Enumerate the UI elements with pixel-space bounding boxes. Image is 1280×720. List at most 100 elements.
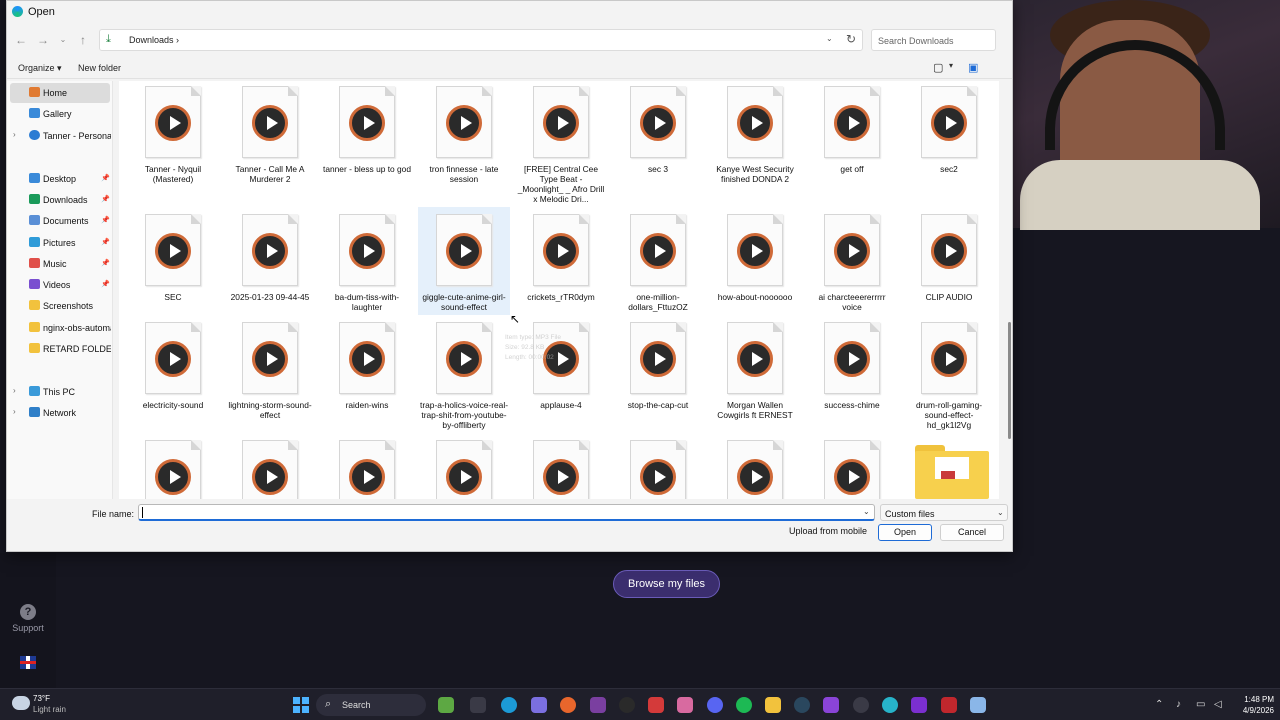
sidebar-item-gallery[interactable]: Gallery [7,104,113,124]
file-item[interactable]: get off [806,81,898,174]
edge-icon[interactable] [501,697,517,713]
file-item[interactable]: tron finnesse - late session [418,81,510,184]
file-item[interactable]: tanner - bless up to god [321,81,413,174]
sidebar-item-pictures[interactable]: Pictures 📌 [7,233,113,253]
file-item[interactable]: CLIP AUDIO [903,209,995,302]
file-item[interactable]: raiden-wins [321,317,413,410]
sidebar-item-network[interactable]: › Network [7,403,113,423]
back-arrow-icon[interactable]: ← [13,32,29,48]
taskbar-app-icon[interactable] [590,697,606,713]
folder-item[interactable] [915,445,989,499]
sidebar-item-retard-folder[interactable]: RETARD FOLDER [7,339,113,359]
valorant-icon[interactable] [941,697,957,713]
file-item[interactable]: ai charcteeererrrrr voice [806,209,898,312]
address-dropdown-icon[interactable]: ⌄ [826,34,833,43]
taskbar-app-icon[interactable] [882,697,898,713]
expand-chevron-icon[interactable]: › [13,407,16,416]
file-item[interactable]: crickets_rTR0dym [515,209,607,302]
file-item[interactable]: [FREE] Central Cee Type Beat - _Moonligh… [515,81,607,204]
view-dropdown-icon[interactable]: ▾ [949,61,953,70]
support-link[interactable]: ? Support [8,604,48,633]
fx-app-icon[interactable] [911,697,927,713]
sidebar-item-desktop[interactable]: Desktop 📌 [7,169,113,189]
spotify-icon[interactable] [736,697,752,713]
file-item[interactable]: trap-a-holics-voice-real-trap-shit-from-… [418,317,510,430]
taskbar-app-icon[interactable] [970,697,986,713]
new-folder-button[interactable]: New folder [78,63,121,73]
file-item[interactable]: ba-dum-tiss-with-laughter [321,209,413,312]
file-name-input[interactable]: ⌄ [138,504,875,521]
steam-icon[interactable] [794,697,810,713]
file-item[interactable]: success-chime [806,317,898,410]
taskbar-app-icon[interactable] [438,697,454,713]
chevron-up-icon[interactable]: ⌃ [1155,699,1163,710]
taskbar-app-icon[interactable] [853,697,869,713]
organize-menu[interactable]: Organize ▾ [18,63,62,74]
sidebar-item-documents[interactable]: Documents 📌 [7,211,113,231]
file-item[interactable] [321,435,413,499]
file-item[interactable] [224,435,316,499]
expand-chevron-icon[interactable]: › [13,130,16,139]
preview-pane-icon[interactable]: ▣ [968,61,978,74]
taskbar-search[interactable]: ⌕ Search [316,694,426,716]
breadcrumb-downloads[interactable]: Downloads › [129,35,179,45]
browse-files-button[interactable]: Browse my files [613,570,720,598]
sidebar-item-videos[interactable]: Videos 📌 [7,275,113,295]
music-app-icon[interactable] [677,697,693,713]
refresh-icon[interactable]: ↻ [846,32,856,46]
file-item[interactable]: Tanner - Call Me A Murderer 2 [224,81,316,184]
uk-flag-icon[interactable] [20,656,36,669]
file-item[interactable]: sec2 [903,81,995,174]
volume-icon[interactable]: ◁ [1214,699,1222,710]
file-item[interactable]: SEC [127,209,219,302]
file-item[interactable] [612,435,704,499]
folder-icon[interactable] [765,697,781,713]
file-item[interactable] [515,435,607,499]
file-type-select[interactable]: Custom files ⌄ [880,504,1008,521]
sidebar-item-home[interactable]: Home [10,83,110,103]
obs-icon[interactable] [619,697,635,713]
file-item[interactable]: Tanner - Nyquil (Mastered) [127,81,219,184]
upload-from-mobile-button[interactable]: Upload from mobile [787,524,869,541]
weather-icon[interactable] [12,696,30,710]
firefox-icon[interactable] [560,697,576,713]
recent-chevron-icon[interactable]: ⌄ [55,32,71,48]
sidebar-item-nginx[interactable]: nginx-obs-automat [7,318,113,338]
taskbar-app-icon[interactable] [648,697,664,713]
cancel-button[interactable]: Cancel [940,524,1004,541]
file-explorer-icon[interactable] [470,697,486,713]
file-item[interactable]: sec 3 [612,81,704,174]
file-item[interactable]: how-about-noooooo [709,209,801,302]
file-item[interactable] [127,435,219,499]
sidebar-item-downloads[interactable]: Downloads 📌 [7,190,113,210]
file-item[interactable]: stop-the-cap-cut [612,317,704,410]
file-item[interactable] [806,435,898,499]
view-icon[interactable]: ▢ [933,61,943,74]
search-box[interactable]: Search Downloads [871,29,996,51]
file-item-hovered[interactable]: giggle-cute-anime-girl-sound-effect [418,207,510,315]
system-clock[interactable]: 1:48 PM 4/9/2026 [1232,694,1274,716]
forward-arrow-icon[interactable]: → [35,32,51,48]
file-item[interactable] [709,435,801,499]
file-item[interactable]: lightning-storm-sound-effect [224,317,316,420]
file-item[interactable]: drum-roll-gaming-sound-effect-hd_gk1l2Vg [903,317,995,430]
file-item[interactable]: electricity-sound [127,317,219,410]
file-item[interactable]: Morgan Wallen Cowgirls ft ERNEST [709,317,801,420]
file-item[interactable]: 2025-01-23 09-44-45 [224,209,316,302]
windows-start-icon[interactable] [293,697,309,713]
file-item[interactable]: Kanye West Security finished DONDA 2 [709,81,801,184]
network-icon[interactable]: ▭ [1196,699,1205,710]
sidebar-item-screenshots[interactable]: Screenshots [7,296,113,316]
sidebar-item-onedrive[interactable]: › Tanner - Personal [7,126,113,146]
discord-icon[interactable] [707,697,723,713]
taskbar-app-icon[interactable] [823,697,839,713]
open-button[interactable]: Open [878,524,932,541]
weather-desc[interactable]: Light rain [33,705,66,714]
file-item[interactable]: one-million-dollars_FttuzOZ [612,209,704,312]
copilot-icon[interactable] [531,697,547,713]
sidebar-item-music[interactable]: Music 📌 [7,254,113,274]
up-arrow-icon[interactable]: ↑ [75,32,91,48]
file-item[interactable] [418,435,510,499]
scrollbar-thumb[interactable] [1008,322,1011,439]
expand-chevron-icon[interactable]: › [13,386,16,395]
